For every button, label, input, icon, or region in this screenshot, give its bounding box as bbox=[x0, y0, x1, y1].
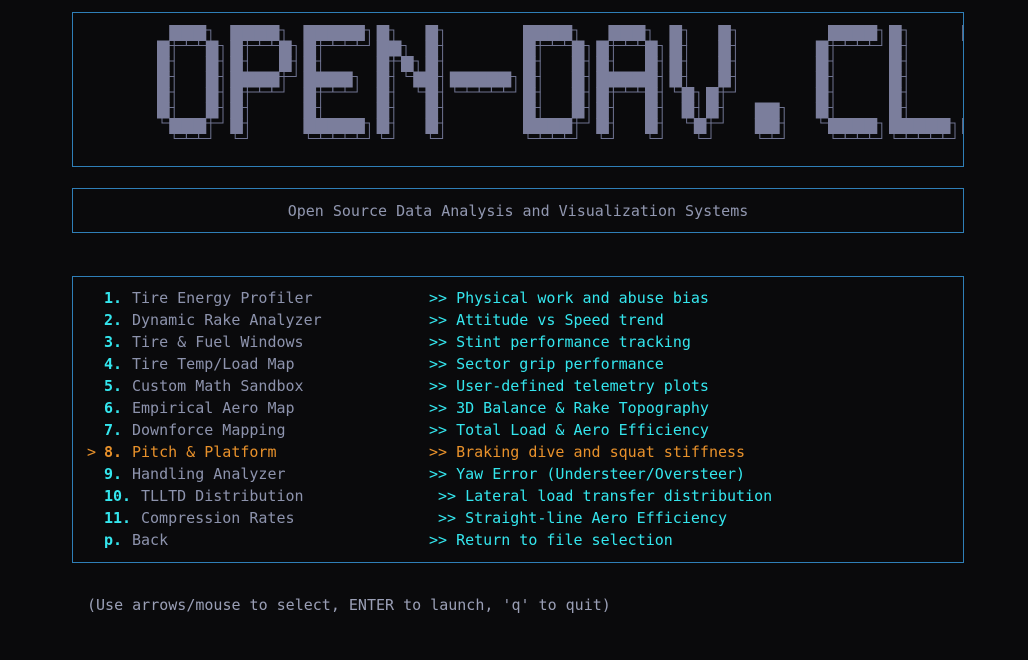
menu-item-label: TLLTD Distribution bbox=[141, 487, 304, 505]
menu-item-description: >> Attitude vs Speed trend bbox=[429, 311, 664, 329]
menu-item-label: Dynamic Rake Analyzer bbox=[132, 311, 322, 329]
menu-item-description: >> Sector grip performance bbox=[429, 355, 664, 373]
banner-glyph-5 bbox=[523, 25, 590, 139]
menu-item-description: >> Return to file selection bbox=[429, 531, 673, 549]
menu-item-4[interactable]: 4. Tire Temp/Load Map >> Sector grip perfo… bbox=[73, 353, 963, 375]
menu-item-description: >> Lateral load transfer distribution bbox=[438, 487, 773, 505]
banner-glyph-1 bbox=[230, 25, 297, 139]
menu-item-9[interactable]: 9. Handling Analyzer >> Yaw Error (Underst… bbox=[73, 463, 963, 485]
menu-item-label: Empirical Aero Map bbox=[132, 399, 295, 417]
menu-item-2[interactable]: 2. Dynamic Rake Analyzer >> Attitude vs Sp… bbox=[73, 309, 963, 331]
banner-glyph-9 bbox=[815, 25, 883, 139]
tool-menu: 1. Tire Energy Profiler >> Physical work a… bbox=[72, 276, 964, 563]
banner-glyph-2 bbox=[303, 25, 370, 139]
menu-item-key: 9. bbox=[104, 465, 123, 483]
banner-glyph-8 bbox=[754, 102, 785, 139]
menu-item-description: >> Total Load & Aero Efficiency bbox=[429, 421, 709, 439]
banner-glyph-3 bbox=[376, 25, 444, 139]
menu-item-label: Tire Energy Profiler bbox=[132, 289, 313, 307]
menu-item-key: 2. bbox=[104, 311, 123, 329]
banner-glyph-0 bbox=[157, 25, 224, 139]
menu-item-key: 6. bbox=[104, 399, 123, 417]
subtitle-panel: Open Source Data Analysis and Visualizat… bbox=[72, 188, 964, 233]
menu-item-description: >> Braking dive and squat stiffness bbox=[429, 443, 746, 461]
banner-glyph-4 bbox=[449, 71, 517, 93]
menu-item-label: Handling Analyzer bbox=[132, 465, 286, 483]
menu-item-label: Compression Rates bbox=[141, 509, 295, 527]
menu-item-label: Downforce Mapping bbox=[132, 421, 286, 439]
menu-item-5[interactable]: 5. Custom Math Sandbox >> User-defined tel… bbox=[73, 375, 963, 397]
menu-item-6[interactable]: 6. Empirical Aero Map >> 3D Balance & Rake… bbox=[73, 397, 963, 419]
menu-item-label: Tire Temp/Load Map bbox=[132, 355, 295, 373]
menu-item-label: Tire & Fuel Windows bbox=[132, 333, 304, 351]
selection-cursor: > bbox=[87, 443, 97, 461]
menu-item-key: 11. bbox=[104, 509, 132, 527]
menu-item-description: >> Yaw Error (Understeer/Oversteer) bbox=[429, 465, 746, 483]
menu-item-description: >> Straight-line Aero Efficiency bbox=[438, 509, 727, 527]
menu-item-label: Pitch & Platform bbox=[132, 443, 277, 461]
menu-item-description: >> 3D Balance & Rake Topography bbox=[429, 399, 709, 417]
keyboard-hint: (Use arrows/mouse to select, ENTER to la… bbox=[87, 596, 611, 614]
banner-panel bbox=[72, 12, 964, 167]
banner-glyph-7 bbox=[669, 25, 736, 139]
menu-item-12[interactable]: p. Back >> Return to file selection bbox=[73, 529, 963, 551]
menu-item-label: Back bbox=[132, 531, 169, 549]
menu-item-key: 1. bbox=[104, 289, 123, 307]
menu-item-7[interactable]: 7. Downforce Mapping >> Total Load & Aero … bbox=[73, 419, 963, 441]
menu-item-key: 5. bbox=[104, 377, 123, 395]
menu-item-8[interactable]: >8. Pitch & Platform >> Braking dive and s… bbox=[73, 441, 963, 463]
menu-item-key: 4. bbox=[104, 355, 123, 373]
menu-item-1[interactable]: 1. Tire Energy Profiler >> Physical work a… bbox=[73, 287, 963, 309]
app-logo-banner bbox=[157, 25, 963, 139]
menu-item-key: 8. bbox=[104, 443, 123, 461]
menu-item-11[interactable]: 11. Compression Rates >> Straight-line Aer… bbox=[73, 507, 963, 529]
banner-glyph-11 bbox=[962, 25, 963, 134]
app-subtitle: Open Source Data Analysis and Visualizat… bbox=[287, 202, 749, 220]
menu-item-label: Custom Math Sandbox bbox=[132, 377, 304, 395]
menu-item-description: >> Physical work and abuse bias bbox=[429, 289, 709, 307]
menu-item-description: >> User-defined telemetry plots bbox=[429, 377, 709, 395]
menu-item-key: 7. bbox=[104, 421, 123, 439]
menu-item-key: p. bbox=[104, 531, 123, 549]
menu-item-10[interactable]: 10. TLLTD Distribution >> Lateral load tra… bbox=[73, 485, 963, 507]
banner-glyph-6 bbox=[596, 25, 663, 139]
menu-item-3[interactable]: 3. Tire & Fuel Windows >> Stint performanc… bbox=[73, 331, 963, 353]
menu-item-key: 10. bbox=[104, 487, 132, 505]
menu-item-description: >> Stint performance tracking bbox=[429, 333, 691, 351]
banner-glyph-10 bbox=[889, 25, 956, 139]
menu-item-key: 3. bbox=[104, 333, 123, 351]
